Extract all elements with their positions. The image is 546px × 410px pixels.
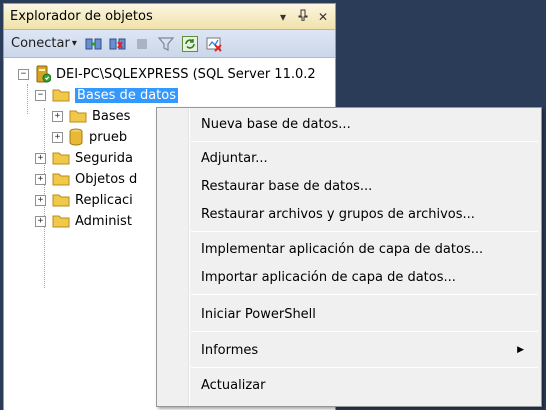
expand-toggle[interactable]: + xyxy=(52,131,63,143)
submenu-arrow-icon: ▶ xyxy=(517,345,524,355)
menu-item-new-database[interactable]: Nueva base de datos... xyxy=(160,112,538,136)
window-position-button[interactable]: ▾ xyxy=(275,10,291,24)
menu-item-deploy-data-tier[interactable]: Implementar aplicación de capa de datos.… xyxy=(160,237,538,261)
object-tree: − DEI-PC\SQLEXPRESS (SQL Server 11.0.2 −… xyxy=(4,58,335,288)
reports-label: Informes xyxy=(201,342,259,358)
chevron-down-icon: ▾ xyxy=(71,38,77,49)
folder-icon xyxy=(52,215,70,228)
tree-node-security[interactable]: + Segurida xyxy=(35,148,133,168)
menu-item-import-data-tier[interactable]: Importar aplicación de capa de datos... xyxy=(160,265,538,289)
tree-node-system-databases[interactable]: + Bases xyxy=(52,106,130,126)
tree-node-replication[interactable]: + Replicaci xyxy=(35,190,133,210)
filter-icon[interactable] xyxy=(156,34,176,54)
panel-title: Explorador de objetos xyxy=(10,9,153,24)
prueba-label: prueb xyxy=(89,129,128,145)
stop-icon[interactable] xyxy=(132,34,152,54)
menu-separator xyxy=(191,231,538,232)
auto-hide-pin-icon[interactable] xyxy=(295,9,311,24)
expand-toggle[interactable]: + xyxy=(35,215,46,227)
databases-label: Bases de datos xyxy=(75,87,178,103)
expand-toggle[interactable]: + xyxy=(52,110,63,122)
database-icon xyxy=(69,128,83,146)
server-label: DEI-PC\SQLEXPRESS (SQL Server 11.0.2 xyxy=(56,66,316,82)
menu-item-start-powershell[interactable]: Iniciar PowerShell xyxy=(160,302,538,326)
tree-node-server-objects[interactable]: + Objetos d xyxy=(35,169,137,189)
tree-node-prueba[interactable]: + prueb xyxy=(52,127,127,147)
menu-item-reports[interactable]: Informes ▶ xyxy=(160,338,538,362)
folder-icon xyxy=(52,194,70,207)
menu-separator xyxy=(191,294,538,295)
menu-item-restore-files[interactable]: Restaurar archivos y grupos de archivos.… xyxy=(160,202,538,226)
menu-separator xyxy=(191,141,538,142)
menu-item-attach[interactable]: Adjuntar... xyxy=(160,146,538,170)
folder-icon xyxy=(52,173,70,186)
menu-separator xyxy=(191,331,538,332)
context-menu: Nueva base de datos... Adjuntar... Resta… xyxy=(156,107,542,407)
security-label: Segurida xyxy=(75,150,133,166)
expand-toggle[interactable]: + xyxy=(35,173,46,185)
expand-toggle[interactable]: + xyxy=(35,194,46,206)
server-objects-label: Objetos d xyxy=(75,171,138,187)
panel-titlebar: Explorador de objetos ▾ ✕ xyxy=(4,4,335,30)
tree-node-management[interactable]: + Administ xyxy=(35,211,132,231)
expand-toggle[interactable]: + xyxy=(35,152,46,164)
refresh-icon[interactable] xyxy=(180,34,200,54)
tree-node-server[interactable]: − DEI-PC\SQLEXPRESS (SQL Server 11.0.2 xyxy=(18,64,316,84)
explorer-toolbar: Conectar ▾ xyxy=(4,30,335,58)
connect-dropdown-button[interactable]: Conectar ▾ xyxy=(8,34,80,53)
replication-label: Replicaci xyxy=(75,192,133,208)
management-label: Administ xyxy=(75,213,132,229)
close-panel-button[interactable]: ✕ xyxy=(315,10,331,24)
expand-toggle[interactable]: − xyxy=(35,89,46,101)
menu-item-refresh[interactable]: Actualizar xyxy=(160,373,538,397)
connect-label: Conectar xyxy=(11,36,70,51)
server-icon xyxy=(35,65,51,83)
expand-toggle[interactable]: − xyxy=(18,68,29,80)
tree-connector xyxy=(27,84,28,114)
folder-icon xyxy=(52,152,70,165)
connect-server-icon[interactable] xyxy=(84,34,104,54)
tree-node-databases[interactable]: − Bases de datos xyxy=(35,85,178,105)
system-databases-label: Bases xyxy=(92,108,131,124)
folder-icon xyxy=(69,110,87,123)
folder-icon xyxy=(52,89,70,102)
disconnect-icon[interactable] xyxy=(108,34,128,54)
screen: Explorador de objetos ▾ ✕ Conectar ▾ − D… xyxy=(0,0,546,410)
menu-item-restore-database[interactable]: Restaurar base de datos... xyxy=(160,174,538,198)
menu-separator xyxy=(191,367,538,368)
activity-monitor-icon[interactable] xyxy=(204,34,224,54)
